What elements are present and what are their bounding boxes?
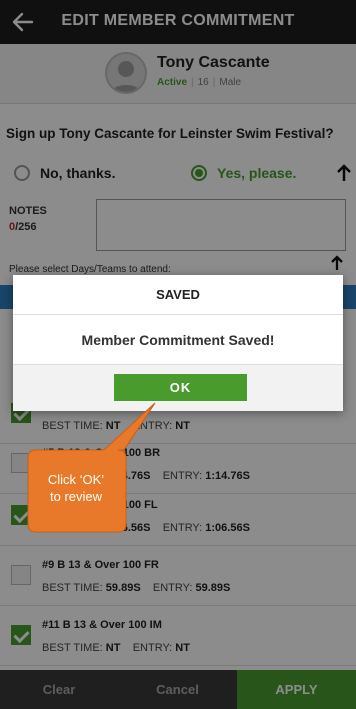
callout-text: Click ‘OK’ to review (47, 472, 105, 504)
dialog-title: SAVED (13, 275, 343, 315)
saved-dialog: SAVED Member Commitment Saved! OK (13, 275, 343, 411)
dialog-footer: OK (13, 365, 343, 411)
ok-button[interactable]: OK (114, 374, 247, 401)
app-screen: EDIT MEMBER COMMITMENT Tony Cascante Act… (0, 0, 356, 709)
dialog-message: Member Commitment Saved! (13, 315, 343, 365)
